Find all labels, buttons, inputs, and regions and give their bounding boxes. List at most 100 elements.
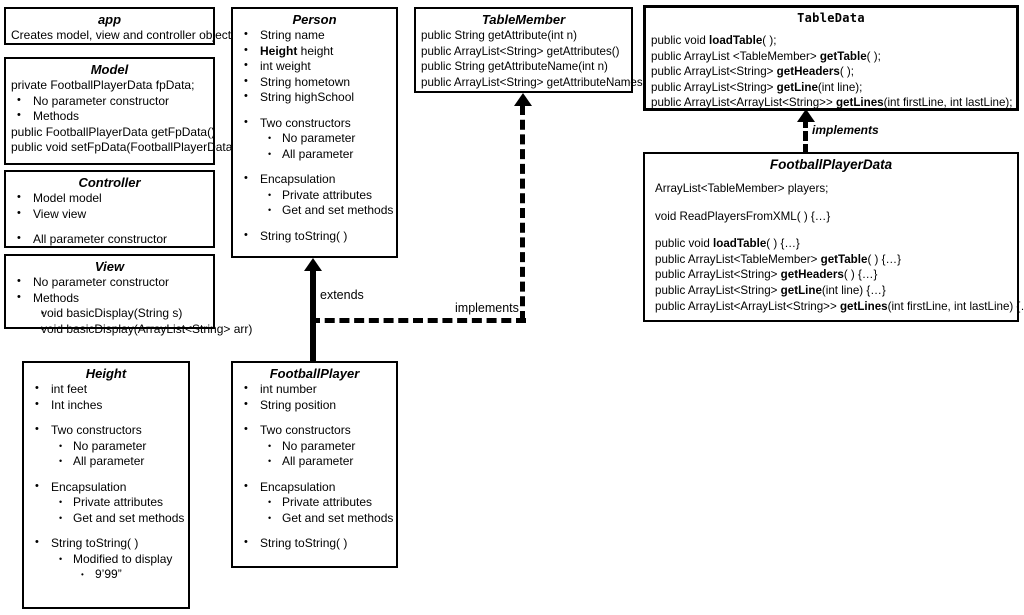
class-field-model-fpdata: private FootballPlayerData fpData;	[11, 78, 195, 92]
class-method-loadtable-impl: public void loadTable( ) {…}	[655, 237, 800, 251]
list-spacer	[238, 470, 391, 480]
list-item: Methods	[11, 108, 208, 125]
class-box-tabledata: TableData public void loadTable( ); publ…	[643, 5, 1019, 111]
class-box-footballplayerdata: FootballPlayerData ArrayList<TableMember…	[643, 152, 1024, 322]
list-item: Private attributes	[238, 495, 391, 511]
list-item: No parameter	[29, 439, 183, 455]
class-line-app-description: Creates model, view and controller objec…	[11, 28, 238, 42]
class-method-gettable: public ArrayList <TableMember> getTable(…	[651, 49, 881, 63]
class-box-controller: Controller Model model View view All par…	[4, 170, 215, 248]
list-spacer	[238, 162, 391, 172]
list-item: Encapsulation	[29, 479, 183, 496]
list-item: String toString( )	[29, 535, 183, 552]
class-method-getattributes: public ArrayList<String> getAttributes()	[421, 44, 620, 58]
class-box-height: Height int feet Int inches Two construct…	[22, 361, 190, 609]
edge-implements-right-arrowhead-icon	[797, 109, 815, 122]
class-method-model-getfpdata: public FootballPlayerData getFpData()	[11, 124, 216, 139]
list-item: Encapsulation	[238, 171, 391, 188]
edge-label-extends: extends	[320, 288, 364, 302]
class-bullets-controller: Model model View view All parameter cons…	[11, 190, 208, 248]
list-item: Modified to display	[29, 552, 183, 568]
class-method-loadtable: public void loadTable( );	[651, 34, 777, 47]
class-method-getattributenames: public ArrayList<String> getAttributeNam…	[421, 75, 651, 89]
class-method-getline: public ArrayList<String> getLine(int lin…	[651, 80, 863, 94]
list-item: No parameter	[238, 439, 391, 455]
list-spacer	[238, 413, 391, 423]
list-item: String toString( )	[238, 535, 391, 552]
list-item: No parameter constructor	[11, 274, 208, 291]
list-spacer	[238, 526, 391, 536]
class-title-footballplayerdata: FootballPlayerData	[769, 157, 893, 172]
class-members-height: int feet Int inches Two constructors No …	[29, 381, 184, 583]
list-spacer	[29, 470, 183, 480]
class-method-readplayersfromxml: void ReadPlayersFromXML( ) {…}	[655, 209, 831, 223]
class-box-view: View No parameter constructor Methods vo…	[4, 254, 252, 337]
list-item: String name	[238, 27, 391, 44]
list-item: Two constructors	[238, 115, 391, 132]
class-field-players: ArrayList<TableMember> players;	[655, 182, 829, 195]
list-spacer	[238, 219, 391, 229]
edge-extends-arrowhead-icon	[304, 258, 322, 271]
list-item: All parameter	[29, 454, 183, 470]
list-item: Two constructors	[29, 422, 183, 439]
list-item: 9’99”	[29, 567, 183, 583]
list-item: Private attributes	[238, 188, 391, 204]
class-title-app: app	[97, 12, 122, 27]
edge-label-implements-right: implements	[812, 123, 879, 137]
class-title-footballplayer: FootballPlayer	[269, 366, 360, 381]
list-item: Int inches	[29, 397, 183, 414]
list-spacer	[11, 222, 208, 232]
list-item: String toString( )	[238, 228, 391, 245]
list-spacer	[29, 413, 183, 423]
list-item: String highSchool	[238, 89, 391, 106]
list-item: void basicDisplay(String s)	[11, 306, 208, 322]
edge-implements-arrowhead-icon	[514, 93, 532, 106]
edge-extends-line	[310, 271, 316, 363]
diagram-canvas: app Creates model, view and controller o…	[0, 0, 1024, 615]
class-box-person: Person String name Height height int wei…	[231, 7, 398, 258]
list-item: int weight	[238, 58, 391, 75]
class-method-getlines: public ArrayList<ArrayList<String>> getL…	[651, 96, 1013, 110]
class-box-model: Model private FootballPlayerData fpData;…	[4, 57, 257, 165]
class-title-controller: Controller	[78, 175, 141, 190]
class-method-getline-impl: public ArrayList<String> getLine(int lin…	[655, 283, 886, 297]
class-box-footballplayer: FootballPlayer int number String positio…	[231, 361, 398, 568]
class-title-tablemember: TableMember	[481, 12, 566, 27]
class-method-gettable-impl: public ArrayList<TableMember> getTable( …	[655, 252, 901, 266]
class-method-getlines-impl: public ArrayList<ArrayList<String>> getL…	[655, 299, 1024, 313]
class-title-model: Model	[90, 62, 129, 77]
class-box-app: app Creates model, view and controller o…	[4, 7, 238, 45]
list-item: View view	[11, 206, 208, 223]
class-title-height: Height	[85, 366, 127, 381]
list-spacer	[29, 526, 183, 536]
list-item: Encapsulation	[238, 479, 391, 496]
class-members-person: String name Height height int weight Str…	[238, 27, 393, 245]
class-method-getattribute: public String getAttribute(int n)	[421, 29, 577, 42]
class-title-view: View	[94, 259, 125, 274]
edge-implements-horizontal	[310, 318, 526, 323]
list-item: void basicDisplay(ArrayList<String> arr)	[11, 322, 252, 338]
class-method-model-setfpdata: public void setFpData(FootballPlayerData…	[11, 140, 257, 154]
bold-type-height: Height	[260, 43, 298, 58]
edge-implements-vertical	[520, 105, 525, 321]
edge-implements-right-vertical	[803, 118, 808, 154]
list-item: Get and set methods	[29, 511, 184, 527]
list-item: All parameter constructor	[11, 231, 208, 248]
class-title-person: Person	[292, 12, 337, 27]
class-bullets-model: No parameter constructor Methods	[11, 93, 208, 125]
class-box-tablemember: TableMember public String getAttribute(i…	[414, 7, 651, 93]
class-title-tabledata: TableData	[797, 11, 865, 25]
class-members-footballplayer: int number String position Two construct…	[238, 381, 393, 552]
list-item: No parameter constructor	[11, 93, 208, 110]
class-method-getheaders: public ArrayList<String> getHeaders( );	[651, 65, 854, 79]
list-item: Two constructors	[238, 422, 391, 439]
list-item: Get and set methods	[238, 511, 393, 527]
list-item: No parameter	[238, 131, 391, 147]
list-item: Methods	[11, 290, 208, 307]
list-spacer	[238, 106, 391, 116]
list-item: String position	[238, 397, 391, 414]
list-item-height-attr: Height height	[238, 43, 391, 60]
edge-label-implements: implements	[455, 301, 519, 315]
list-item: Get and set methods	[238, 203, 393, 219]
list-item: All parameter	[238, 454, 391, 470]
